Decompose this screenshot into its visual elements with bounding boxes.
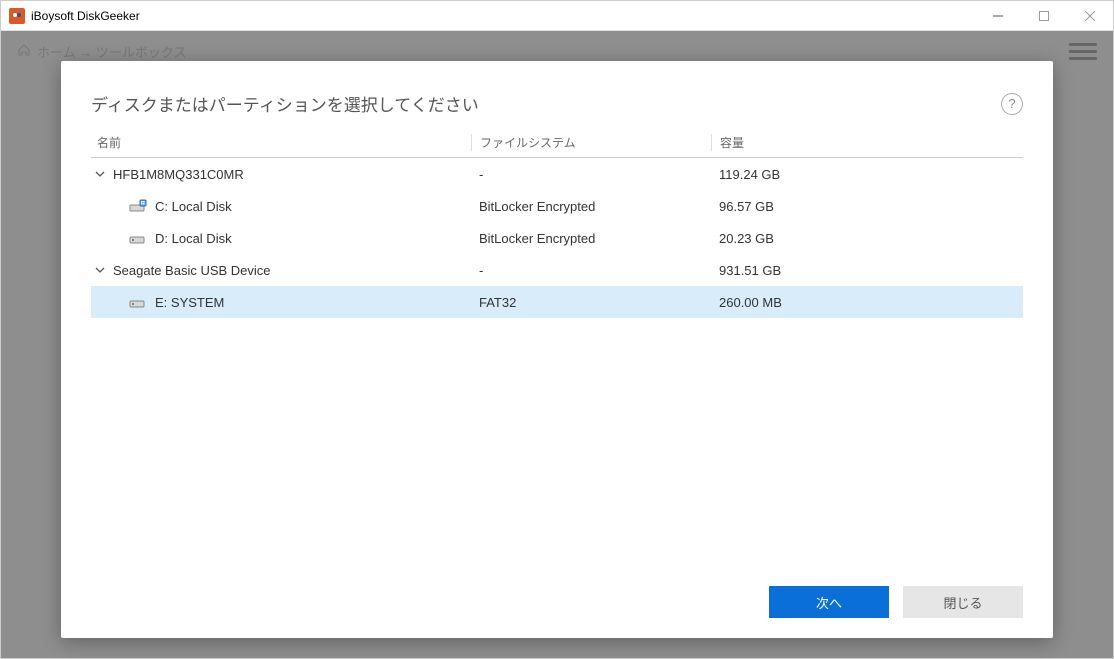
partition-filesystem: BitLocker Encrypted <box>471 199 711 214</box>
disk-filesystem: - <box>471 263 711 278</box>
col-header-filesystem: ファイルシステム <box>471 134 711 151</box>
disk-name: HFB1M8MQ331C0MR <box>113 167 244 182</box>
window-title: iBoysoft DiskGeeker <box>31 9 975 23</box>
close-dialog-button[interactable]: 閉じる <box>903 586 1023 618</box>
partition-size: 260.00 MB <box>711 295 1023 310</box>
window-controls <box>975 1 1113 31</box>
drive-icon <box>129 199 147 213</box>
partition-row[interactable]: C: Local Disk BitLocker Encrypted 96.57 … <box>91 190 1023 222</box>
select-disk-dialog: ディスクまたはパーティションを選択してください ? 名前 ファイルシステム 容量… <box>61 61 1053 638</box>
partition-row[interactable]: D: Local Disk BitLocker Encrypted 20.23 … <box>91 222 1023 254</box>
next-button[interactable]: 次へ <box>769 586 889 618</box>
partition-filesystem: FAT32 <box>471 295 711 310</box>
home-icon <box>17 43 31 60</box>
partition-name: C: Local Disk <box>155 199 232 214</box>
drive-icon <box>129 231 147 245</box>
partition-size: 96.57 GB <box>711 199 1023 214</box>
dialog-footer: 次へ 閉じる <box>91 570 1023 618</box>
disk-table: 名前 ファイルシステム 容量 HFB1M8MQ331C0MR - 119.24 … <box>91 134 1023 570</box>
titlebar: iBoysoft DiskGeeker <box>1 1 1113 31</box>
main-content: ホーム → ツールボックス ディスクまたはパーティションを選択してください ? … <box>1 31 1113 658</box>
maximize-button[interactable] <box>1021 1 1067 31</box>
hamburger-icon <box>1069 41 1097 61</box>
partition-size: 20.23 GB <box>711 231 1023 246</box>
minimize-button[interactable] <box>975 1 1021 31</box>
partition-name: E: SYSTEM <box>155 295 224 310</box>
table-header: 名前 ファイルシステム 容量 <box>91 134 1023 158</box>
disk-size: 119.24 GB <box>711 167 1023 182</box>
help-icon[interactable]: ? <box>1001 93 1023 115</box>
disk-size: 931.51 GB <box>711 263 1023 278</box>
col-header-name: 名前 <box>91 134 471 151</box>
dialog-header: ディスクまたはパーティションを選択してください ? <box>91 91 1023 116</box>
chevron-down-icon[interactable] <box>93 169 107 179</box>
partition-name: D: Local Disk <box>155 231 232 246</box>
disk-filesystem: - <box>471 167 711 182</box>
partition-row[interactable]: E: SYSTEM FAT32 260.00 MB <box>91 286 1023 318</box>
chevron-down-icon[interactable] <box>93 265 107 275</box>
app-window: iBoysoft DiskGeeker ホーム → ツールボックス <box>0 0 1114 659</box>
partition-filesystem: BitLocker Encrypted <box>471 231 711 246</box>
breadcrumb: ホーム → ツールボックス <box>37 42 186 61</box>
close-button[interactable] <box>1067 1 1113 31</box>
drive-icon <box>129 295 147 309</box>
disk-row[interactable]: HFB1M8MQ331C0MR - 119.24 GB <box>91 158 1023 190</box>
disk-row[interactable]: Seagate Basic USB Device - 931.51 GB <box>91 254 1023 286</box>
col-header-size: 容量 <box>711 134 1023 151</box>
dialog-title: ディスクまたはパーティションを選択してください <box>91 91 1001 116</box>
disk-name: Seagate Basic USB Device <box>113 263 271 278</box>
app-icon <box>9 8 25 24</box>
